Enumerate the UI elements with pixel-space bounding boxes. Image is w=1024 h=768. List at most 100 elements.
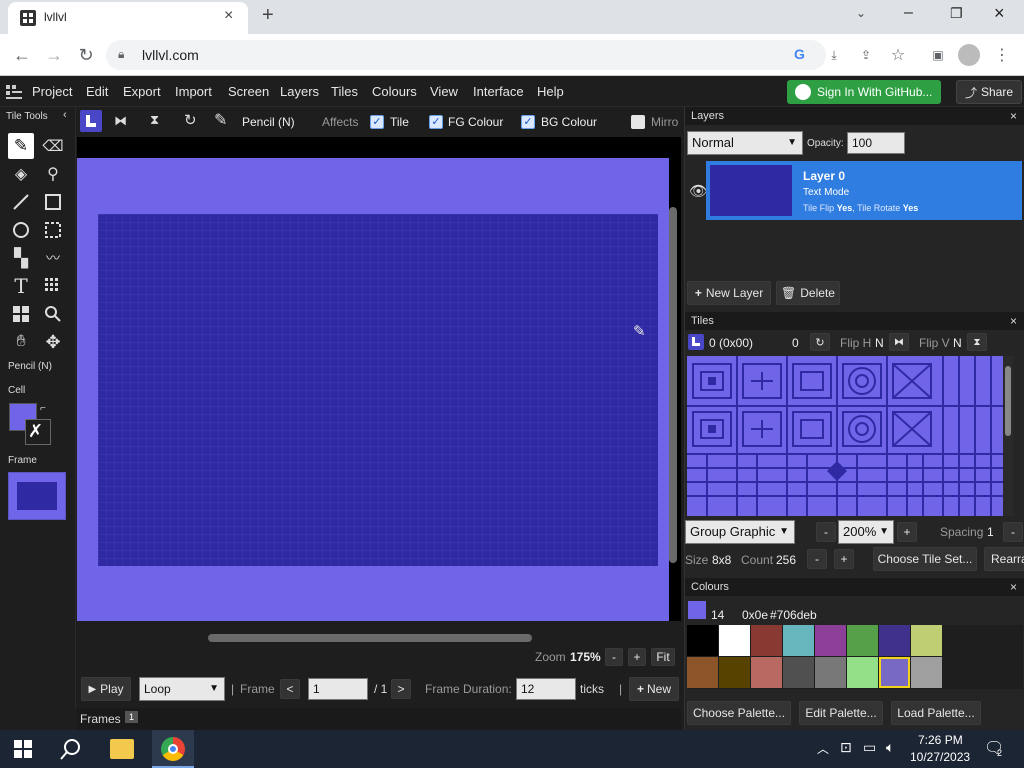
flip-v-button[interactable]: ⧗ [967, 333, 987, 351]
zoom-fit-button[interactable]: Fit [651, 648, 675, 666]
zoom-in-button[interactable]: + [628, 648, 646, 666]
canvas-screen[interactable] [98, 214, 658, 566]
share-button[interactable]: ⤴ Share [956, 80, 1022, 104]
line-tool-icon[interactable] [8, 189, 34, 215]
chrome-menu-icon[interactable]: ⋮ [988, 41, 1016, 69]
tile-checkbox[interactable]: ✓ [370, 115, 384, 129]
palette-swatch[interactable] [879, 625, 910, 656]
palette-swatch[interactable] [751, 657, 782, 688]
profile-avatar[interactable] [958, 44, 980, 66]
block-tool-icon[interactable]: ▚ [8, 245, 34, 271]
palette-grid[interactable] [687, 625, 1023, 689]
tile-count-increase-button[interactable]: + [834, 549, 854, 569]
tile-zoom-in-button[interactable]: + [897, 522, 917, 542]
window-close-icon[interactable]: × [994, 3, 1005, 24]
palette-swatch[interactable] [847, 657, 878, 688]
new-frame-button[interactable]: + New [629, 677, 679, 701]
load-palette-button[interactable]: Load Palette... [891, 701, 981, 725]
browser-tab[interactable]: lvllvl × [8, 2, 248, 34]
tile-rotate-button[interactable]: ↻ [810, 333, 830, 351]
choose-palette-button[interactable]: Choose Palette... [687, 701, 791, 725]
bg-colour-checkbox[interactable]: ✓ [521, 115, 535, 129]
menu-screen[interactable]: Screen [228, 77, 269, 107]
file-explorer-icon[interactable] [110, 739, 134, 759]
frame-number-input[interactable]: 1 [308, 678, 368, 700]
menu-import[interactable]: Import [175, 77, 212, 107]
mirror-checkbox[interactable] [631, 115, 645, 129]
new-tab-icon[interactable]: + [262, 4, 274, 27]
palette-swatch[interactable] [687, 657, 718, 688]
menu-interface[interactable]: Interface [473, 77, 524, 107]
palette-swatch[interactable] [719, 657, 750, 688]
menu-project[interactable]: Project [32, 77, 72, 107]
tile-palette-icon[interactable] [8, 301, 34, 327]
play-button[interactable]: ▶ Play [81, 677, 131, 701]
flip-h-button[interactable]: ⧓ [889, 333, 909, 351]
palette-swatch[interactable] [847, 625, 878, 656]
frame-duration-input[interactable]: 12 [516, 678, 576, 700]
windows-start-icon[interactable] [14, 740, 32, 758]
loop-select[interactable]: Loop ▼ [139, 677, 225, 701]
menu-tiles[interactable]: Tiles [331, 77, 358, 107]
menu-edit[interactable]: Edit [86, 77, 108, 107]
app-menu-icon[interactable] [6, 85, 22, 99]
restore-icon[interactable]: ❐ [950, 5, 963, 22]
marquee-tool-icon[interactable] [40, 217, 66, 243]
canvas-horizontal-scrollbar[interactable] [208, 634, 532, 642]
tab-search-icon[interactable]: ⌄ [856, 6, 866, 20]
blend-mode-select[interactable]: Normal ▼ [687, 131, 803, 155]
tray-chevron-icon[interactable]: ︿ [817, 740, 829, 757]
tile-select-icon[interactable] [80, 110, 102, 132]
palette-swatch[interactable] [783, 657, 814, 688]
forward-icon[interactable]: → [40, 41, 68, 69]
menu-view[interactable]: View [430, 77, 458, 107]
next-frame-button[interactable]: > [391, 679, 411, 699]
palette-swatch[interactable] [719, 625, 750, 656]
freehand-line-icon[interactable]: 〰 [40, 245, 66, 271]
zoom-tool-icon[interactable] [40, 301, 66, 327]
zoom-out-button[interactable]: - [605, 648, 623, 666]
fg-colour-checkbox[interactable]: ✓ [429, 115, 443, 129]
back-icon[interactable]: ← [8, 41, 36, 69]
eyedropper-tool-icon[interactable]: ⚲ [40, 161, 66, 187]
tray-display-icon[interactable]: ▭ [863, 739, 876, 756]
tile-zoom-out-button[interactable]: - [816, 522, 836, 542]
hand-tool-icon[interactable]: ✋︎ [8, 329, 34, 355]
tile-grid[interactable] [687, 356, 1013, 516]
delete-layer-button[interactable]: 🗑︎ Delete [776, 281, 840, 305]
reload-icon[interactable]: ↻ [72, 41, 100, 69]
spacing-decrease-button[interactable]: - [1003, 522, 1023, 542]
layer-row[interactable]: Layer 0 Text Mode Tile Flip Yes, Tile Ro… [706, 161, 1022, 220]
google-icon[interactable]: G [794, 46, 805, 62]
share-page-icon[interactable]: ⇪ [852, 41, 880, 69]
palette-swatch[interactable] [751, 625, 782, 656]
new-layer-button[interactable]: + New Layer [687, 281, 771, 305]
text-tool-icon[interactable]: T [8, 273, 34, 299]
rotate-icon[interactable]: ↻ [184, 111, 197, 129]
taskbar-search-icon[interactable] [60, 738, 82, 760]
swap-colours-icon[interactable]: ⌐ [40, 403, 46, 414]
flip-horizontal-icon[interactable]: ⧓ [114, 113, 127, 129]
tile-count-decrease-button[interactable]: - [807, 549, 827, 569]
palette-swatch[interactable] [815, 657, 846, 688]
colours-close-icon[interactable]: × [1010, 578, 1017, 596]
prev-frame-button[interactable]: < [280, 679, 300, 699]
palette-swatch[interactable] [911, 657, 942, 688]
clock-date[interactable]: 10/27/2023 [910, 750, 970, 764]
grid-select-icon[interactable] [40, 273, 66, 299]
palette-swatch[interactable] [879, 657, 910, 688]
tile-group-select[interactable]: Group Graphic ▼ [685, 520, 795, 544]
menu-colours[interactable]: Colours [372, 77, 417, 107]
canvas-vertical-scrollbar[interactable] [669, 207, 677, 563]
palette-swatch[interactable] [687, 625, 718, 656]
tile-zoom-select[interactable]: 200% ▼ [838, 520, 894, 544]
frames-tab[interactable]: Frames [80, 712, 121, 726]
palette-swatch[interactable] [911, 625, 942, 656]
flip-vertical-icon[interactable]: ⧗ [150, 112, 159, 128]
move-tool-icon[interactable]: ✥ [40, 329, 66, 355]
rearrange-button[interactable]: Rearra [984, 547, 1024, 571]
collapse-panel-icon[interactable]: ‹ [63, 109, 67, 121]
install-icon[interactable]: ⤓ [820, 41, 848, 69]
clock-time[interactable]: 7:26 PM [918, 733, 963, 747]
opacity-input[interactable]: 100 [847, 132, 905, 154]
